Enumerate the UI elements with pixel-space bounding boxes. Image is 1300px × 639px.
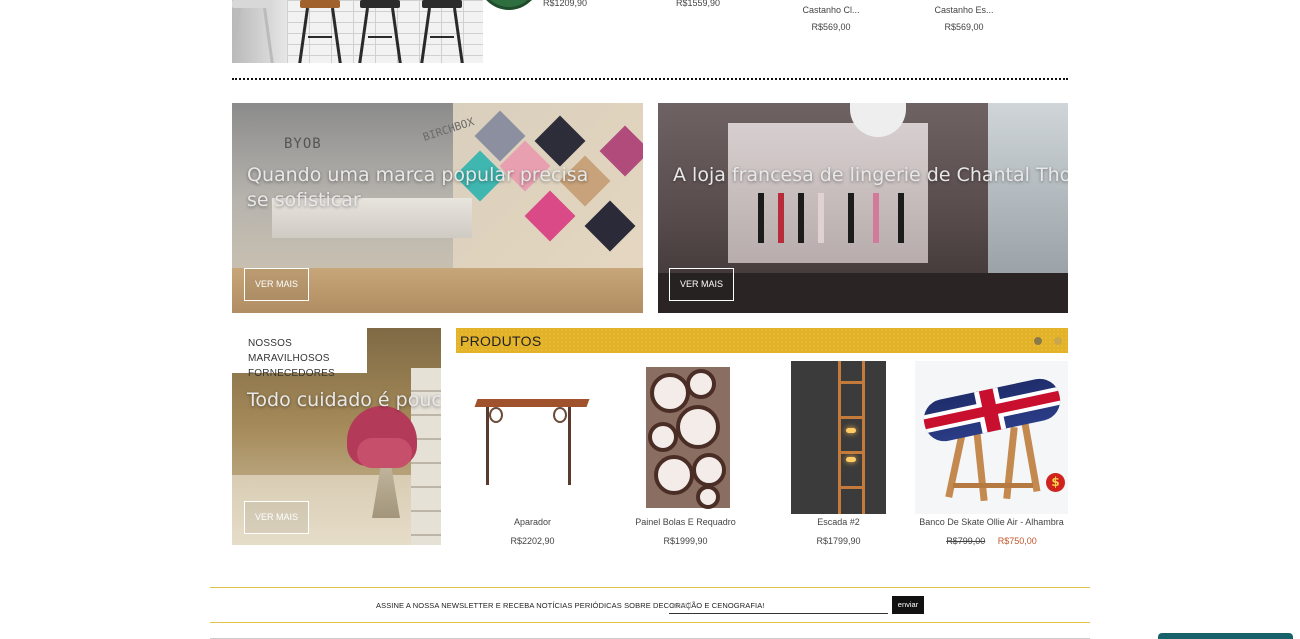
- lingerie-item: [818, 193, 824, 243]
- banner-title: Todo cuidado é pouco: [247, 389, 441, 411]
- bench-rail: [953, 483, 1033, 488]
- product-price: R$1559,90: [675, 0, 721, 8]
- table-top: [474, 399, 590, 407]
- feature-banner-chantal-thomass[interactable]: A loja francesa de lingerie de Chantal T…: [658, 103, 1068, 313]
- product-card-banco-skate[interactable]: $ Banco De Skate Ollie Air - Alhambra R$…: [915, 361, 1068, 547]
- product-price: R$1799,90: [816, 536, 861, 546]
- produtos-title: PRODUTOS: [460, 333, 542, 349]
- product-price-block: R$799,00 R$750,00: [915, 535, 1068, 547]
- product-price: R$569,00: [811, 22, 851, 32]
- ladder-rung: [838, 416, 865, 419]
- lingerie-item: [798, 193, 804, 243]
- product-image[interactable]: $: [915, 361, 1068, 514]
- light-bulb: [846, 428, 856, 433]
- top-product-1[interactable]: R$1209,90: [505, 0, 625, 9]
- panel-circle: [696, 485, 720, 509]
- top-product-2[interactable]: R$1559,90: [638, 0, 758, 9]
- product-name[interactable]: Aparador: [456, 516, 609, 528]
- newsletter-submit-button[interactable]: enviar: [892, 596, 924, 614]
- ver-mais-button[interactable]: VER MAIS: [669, 268, 734, 301]
- stool-4: [420, 0, 464, 63]
- ver-mais-button[interactable]: VER MAIS: [244, 268, 309, 301]
- product-name: Castanho Cl...: [802, 5, 860, 15]
- lingerie-item: [848, 193, 854, 243]
- stool-3: [358, 0, 402, 63]
- stool-1: [232, 0, 274, 63]
- product-price: R$569,00: [944, 22, 984, 32]
- panel-circle: [676, 405, 720, 449]
- stool-2: [298, 0, 342, 63]
- ver-mais-button[interactable]: VER MAIS: [244, 501, 309, 534]
- chair-seat: [357, 438, 412, 468]
- carousel-dot-2[interactable]: [1054, 337, 1062, 345]
- table-leg: [486, 407, 489, 485]
- product-image[interactable]: [609, 361, 762, 514]
- fornecedores-tag: NOSSOS MARAVILHOSOS FORNECEDORES: [232, 328, 367, 379]
- panel-circle: [692, 453, 726, 487]
- produtos-header: PRODUTOS: [456, 328, 1068, 353]
- product-price: R$1209,90: [542, 0, 588, 8]
- table-leg: [568, 407, 571, 485]
- ladder-rung: [838, 486, 865, 489]
- product-name[interactable]: Painel Bolas E Requadro: [609, 516, 762, 528]
- product-card-painel[interactable]: Painel Bolas E Requadro R$1999,90: [609, 361, 762, 547]
- sale-price: R$750,00: [997, 536, 1037, 546]
- chat-widget-tab[interactable]: [1158, 633, 1293, 639]
- panel-circle: [654, 455, 694, 495]
- top-product-image[interactable]: [232, 0, 483, 63]
- product-card-aparador[interactable]: Aparador R$2202,90: [456, 361, 609, 547]
- panel: [646, 367, 730, 509]
- newsletter-email-input[interactable]: [669, 597, 888, 614]
- lingerie-item: [898, 193, 904, 243]
- feature-banner-birchbox[interactable]: BYOB BIRCHBOX Quando uma marca popular p…: [232, 103, 643, 313]
- table-scroll: [553, 407, 567, 423]
- lingerie-item: [778, 193, 784, 243]
- store-sign: BYOB: [284, 136, 322, 152]
- top-product-3[interactable]: Castanho Cl... R$569,00: [771, 0, 891, 33]
- product-name: Castanho Es...: [934, 5, 994, 15]
- old-price: R$799,00: [946, 536, 986, 546]
- table-scroll: [489, 407, 503, 423]
- light-bulb: [846, 457, 856, 462]
- product-image[interactable]: [762, 361, 915, 514]
- product-price: R$2202,90: [510, 536, 555, 546]
- product-name[interactable]: Escada #2: [762, 516, 915, 528]
- product-price: R$1999,90: [663, 536, 708, 546]
- banner-title: Quando uma marca popular precisa se sofi…: [247, 164, 589, 211]
- product-name[interactable]: Banco De Skate Ollie Air - Alhambra: [915, 516, 1068, 528]
- sale-badge-icon: $: [1046, 473, 1065, 492]
- panel-circle: [648, 422, 678, 452]
- panel-circle: [650, 373, 690, 413]
- product-card-escada[interactable]: Escada #2 R$1799,90: [762, 361, 915, 547]
- product-image[interactable]: [456, 361, 609, 514]
- ladder-rung: [838, 451, 865, 454]
- panel-circle: [686, 369, 716, 399]
- newsletter-bar: ASSINE A NOSSA NEWSLETTER E RECEBA NOTÍC…: [210, 587, 1090, 623]
- lingerie-item: [873, 193, 879, 243]
- banner-title: A loja francesa de lingerie de Chantal T…: [673, 164, 1068, 186]
- section-divider: [232, 78, 1068, 80]
- carousel-dot-1[interactable]: [1034, 337, 1042, 345]
- lingerie-item: [758, 193, 764, 243]
- ladder-rung: [838, 381, 865, 384]
- top-product-4[interactable]: Castanho Es... R$569,00: [904, 0, 1024, 33]
